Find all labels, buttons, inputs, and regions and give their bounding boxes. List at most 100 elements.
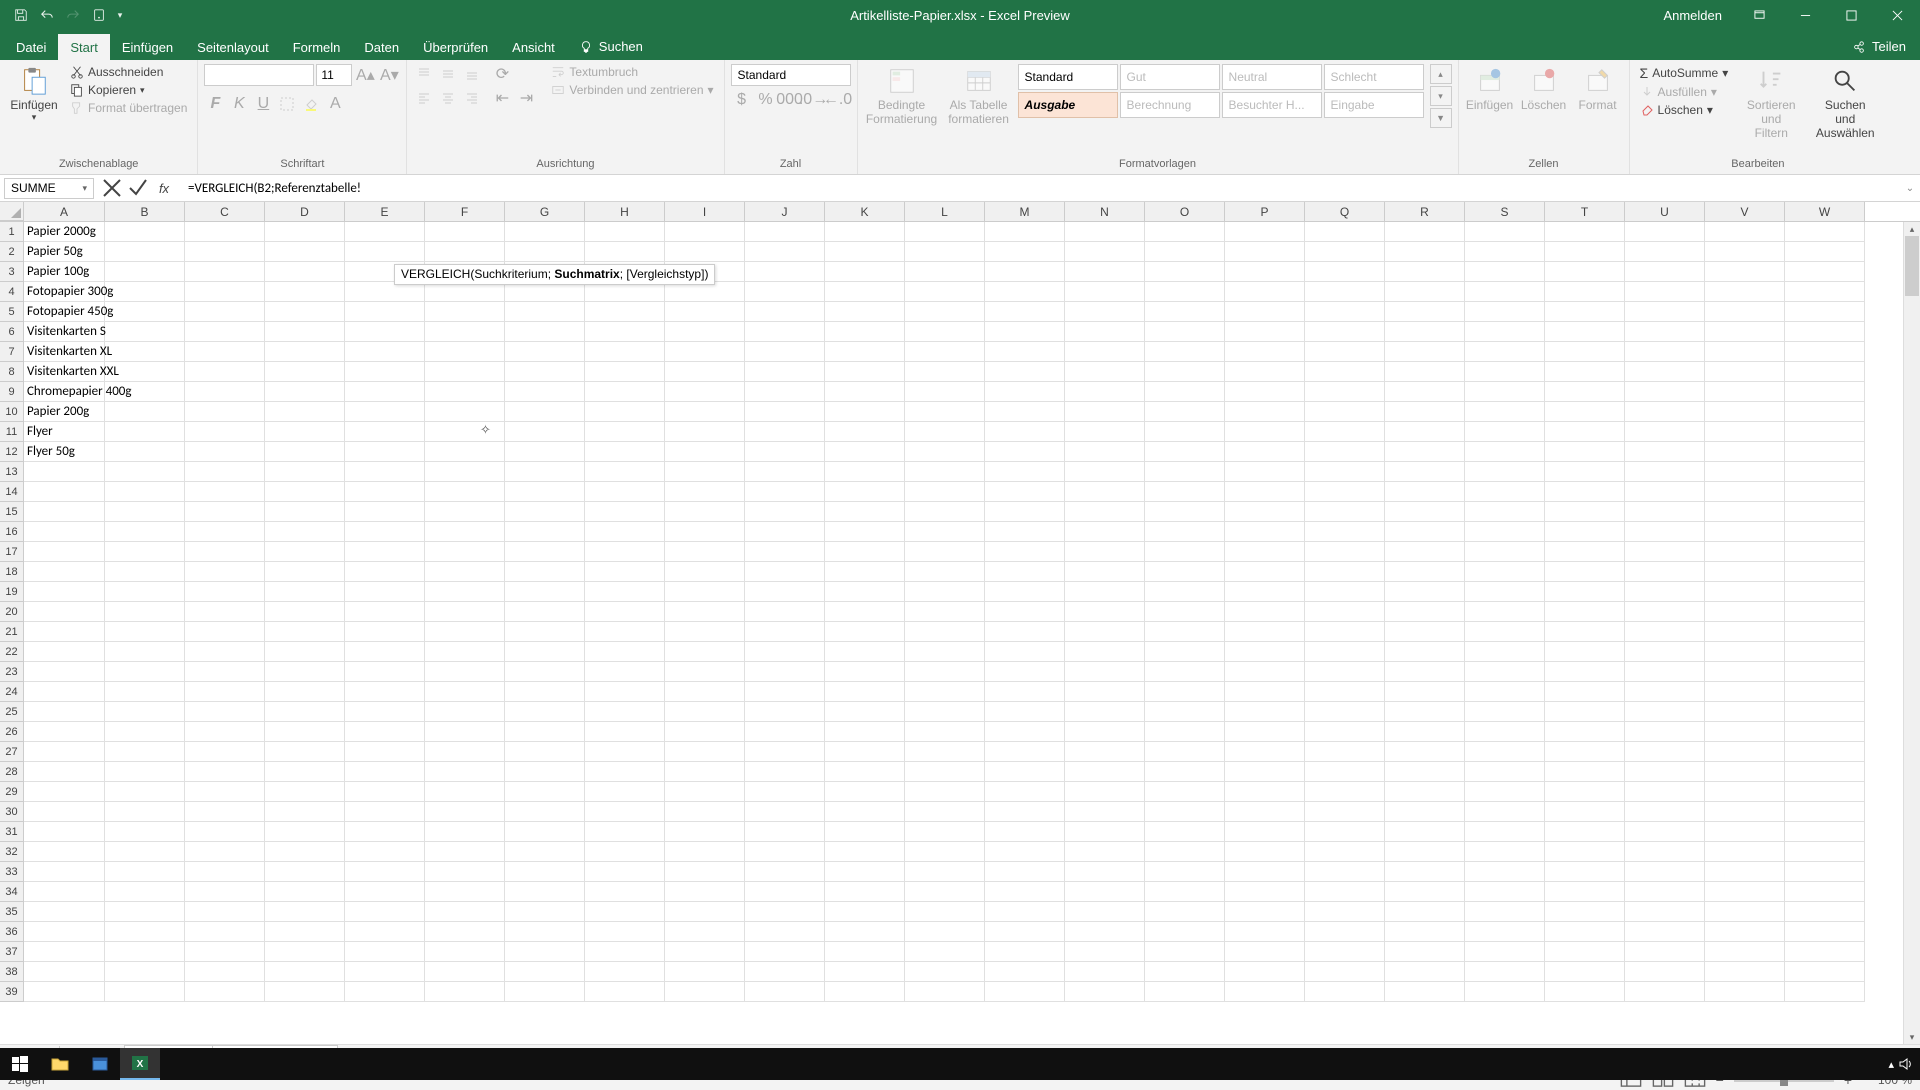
cell-F17[interactable] [425, 542, 505, 562]
cell-R12[interactable] [1385, 442, 1465, 462]
cell-S12[interactable] [1465, 442, 1545, 462]
cell-B29[interactable] [105, 782, 185, 802]
cell-U37[interactable] [1625, 942, 1705, 962]
cell-N36[interactable] [1065, 922, 1145, 942]
cell-B33[interactable] [105, 862, 185, 882]
cell-G23[interactable] [505, 662, 585, 682]
cell-B28[interactable] [105, 762, 185, 782]
cell-J35[interactable] [745, 902, 825, 922]
cell-U2[interactable] [1625, 242, 1705, 262]
cell-I19[interactable] [665, 582, 745, 602]
cell-T14[interactable] [1545, 482, 1625, 502]
cell-W19[interactable] [1785, 582, 1865, 602]
wrap-text-button[interactable]: Textumbruch [547, 64, 717, 80]
cell-O20[interactable] [1145, 602, 1225, 622]
cell-V14[interactable] [1705, 482, 1785, 502]
cell-N17[interactable] [1065, 542, 1145, 562]
cell-O38[interactable] [1145, 962, 1225, 982]
cell-V5[interactable] [1705, 302, 1785, 322]
cell-K16[interactable] [825, 522, 905, 542]
cell-Q7[interactable] [1305, 342, 1385, 362]
cell-A1[interactable]: Papier 2000g [24, 222, 105, 242]
cell-T7[interactable] [1545, 342, 1625, 362]
cell-P22[interactable] [1225, 642, 1305, 662]
cell-U13[interactable] [1625, 462, 1705, 482]
cell-V23[interactable] [1705, 662, 1785, 682]
cell-N38[interactable] [1065, 962, 1145, 982]
cell-G30[interactable] [505, 802, 585, 822]
cell-N7[interactable] [1065, 342, 1145, 362]
cell-R37[interactable] [1385, 942, 1465, 962]
cell-A32[interactable] [24, 842, 105, 862]
cell-G17[interactable] [505, 542, 585, 562]
cell-Q32[interactable] [1305, 842, 1385, 862]
cell-E35[interactable] [345, 902, 425, 922]
cell-V39[interactable] [1705, 982, 1785, 1002]
cell-E25[interactable] [345, 702, 425, 722]
cell-F33[interactable] [425, 862, 505, 882]
cell-E14[interactable] [345, 482, 425, 502]
cell-U35[interactable] [1625, 902, 1705, 922]
cell-M14[interactable] [985, 482, 1065, 502]
cell-G31[interactable] [505, 822, 585, 842]
cell-V37[interactable] [1705, 942, 1785, 962]
cell-F20[interactable] [425, 602, 505, 622]
cell-O14[interactable] [1145, 482, 1225, 502]
cell-Q13[interactable] [1305, 462, 1385, 482]
cell-B34[interactable] [105, 882, 185, 902]
cell-C4[interactable] [185, 282, 265, 302]
cell-C22[interactable] [185, 642, 265, 662]
cell-O7[interactable] [1145, 342, 1225, 362]
row-header-35[interactable]: 35 [0, 902, 24, 922]
style-standard[interactable]: Standard [1018, 64, 1118, 90]
cell-B10[interactable] [105, 402, 185, 422]
cell-D14[interactable] [265, 482, 345, 502]
cell-M20[interactable] [985, 602, 1065, 622]
cell-P13[interactable] [1225, 462, 1305, 482]
cell-T18[interactable] [1545, 562, 1625, 582]
cell-B32[interactable] [105, 842, 185, 862]
cell-D5[interactable] [265, 302, 345, 322]
cell-I37[interactable] [665, 942, 745, 962]
cell-E12[interactable] [345, 442, 425, 462]
cell-L12[interactable] [905, 442, 985, 462]
cell-C18[interactable] [185, 562, 265, 582]
cell-O32[interactable] [1145, 842, 1225, 862]
cell-P34[interactable] [1225, 882, 1305, 902]
cell-R38[interactable] [1385, 962, 1465, 982]
cell-J38[interactable] [745, 962, 825, 982]
cell-K30[interactable] [825, 802, 905, 822]
cell-B15[interactable] [105, 502, 185, 522]
cell-O27[interactable] [1145, 742, 1225, 762]
row-header-31[interactable]: 31 [0, 822, 24, 842]
cell-V33[interactable] [1705, 862, 1785, 882]
cell-W38[interactable] [1785, 962, 1865, 982]
cell-Q37[interactable] [1305, 942, 1385, 962]
cell-M1[interactable] [985, 222, 1065, 242]
cell-L31[interactable] [905, 822, 985, 842]
cell-W1[interactable] [1785, 222, 1865, 242]
cell-I7[interactable] [665, 342, 745, 362]
cell-G36[interactable] [505, 922, 585, 942]
cell-D36[interactable] [265, 922, 345, 942]
cell-E28[interactable] [345, 762, 425, 782]
col-header-V[interactable]: V [1705, 202, 1785, 221]
autosum-button[interactable]: Σ AutoSumme ▾ [1636, 64, 1733, 82]
cell-H34[interactable] [585, 882, 665, 902]
cell-D13[interactable] [265, 462, 345, 482]
cell-A28[interactable] [24, 762, 105, 782]
cell-Q22[interactable] [1305, 642, 1385, 662]
cell-W12[interactable] [1785, 442, 1865, 462]
cell-E29[interactable] [345, 782, 425, 802]
cell-W36[interactable] [1785, 922, 1865, 942]
cell-T11[interactable] [1545, 422, 1625, 442]
cell-J31[interactable] [745, 822, 825, 842]
cell-T24[interactable] [1545, 682, 1625, 702]
cell-U30[interactable] [1625, 802, 1705, 822]
cell-I28[interactable] [665, 762, 745, 782]
undo-icon[interactable] [36, 4, 58, 26]
cell-J6[interactable] [745, 322, 825, 342]
cell-S15[interactable] [1465, 502, 1545, 522]
cell-N39[interactable] [1065, 982, 1145, 1002]
cell-V17[interactable] [1705, 542, 1785, 562]
